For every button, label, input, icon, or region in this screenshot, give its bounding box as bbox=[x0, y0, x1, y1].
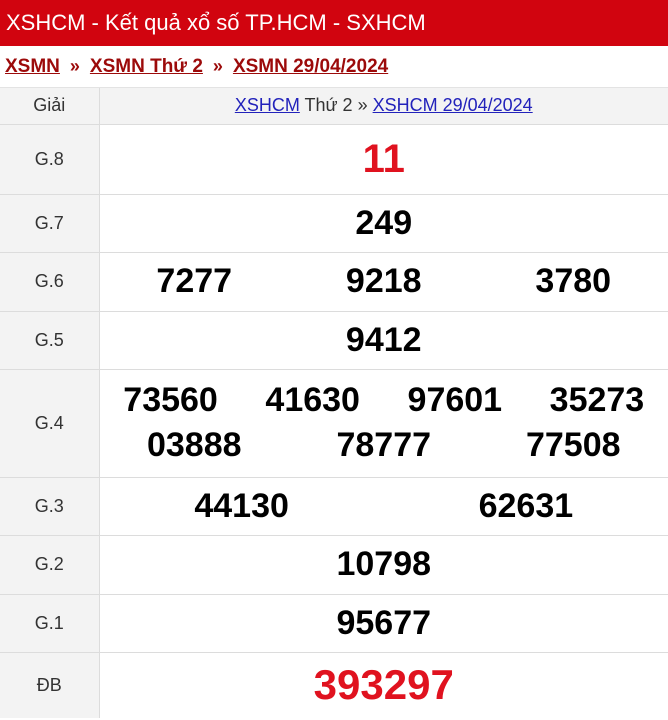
prize-number-g6: 3780 bbox=[535, 262, 612, 300]
breadcrumb-xsmn-date[interactable]: XSMN 29/04/2024 bbox=[233, 56, 388, 78]
prize-number-g4: 73560 bbox=[123, 381, 218, 419]
breadcrumb-separator: » bbox=[69, 56, 80, 76]
prize-number-g6: 7277 bbox=[156, 262, 233, 300]
table-heading: XSHCM Thứ 2 » XSHCM 29/04/2024 bbox=[99, 88, 668, 125]
prize-number-g4: 78777 bbox=[336, 426, 432, 464]
table-header-row: Giải XSHCM Thứ 2 » XSHCM 29/04/2024 bbox=[0, 88, 668, 125]
prize-number-g4: 03888 bbox=[146, 426, 242, 464]
prize-label-g8: G.8 bbox=[0, 124, 100, 195]
breadcrumb: XSMN » XSMN Thứ 2 » XSMN 29/04/2024 bbox=[0, 46, 668, 88]
prize-number-g2: 10798 bbox=[336, 545, 432, 583]
prize-number-g5: 9412 bbox=[345, 320, 422, 359]
prize-label-g3: G.3 bbox=[0, 477, 100, 536]
table-row: G.7 249 bbox=[0, 194, 668, 253]
breadcrumb-xsmn[interactable]: XSMN bbox=[5, 56, 60, 78]
heading-text: Thứ 2 » bbox=[299, 95, 373, 116]
prize-number-g8: 11 bbox=[362, 136, 405, 181]
prize-label-g7: G.7 bbox=[0, 194, 100, 253]
table-row: ĐB 393297 bbox=[0, 652, 668, 718]
prize-number-g7: 249 bbox=[355, 203, 413, 242]
prize-number-g3: 62631 bbox=[478, 486, 574, 525]
prize-number-g6: 9218 bbox=[345, 262, 422, 300]
table-row: G.6 7277 9218 3780 bbox=[0, 252, 668, 312]
results-table: Giải XSHCM Thứ 2 » XSHCM 29/04/2024 G.8 … bbox=[0, 88, 668, 718]
prize-label-db: ĐB bbox=[0, 652, 100, 718]
heading-link-date[interactable]: XSHCM 29/04/2024 bbox=[373, 95, 533, 115]
table-row: G.5 9412 bbox=[0, 311, 668, 370]
table-row: G.2 10798 bbox=[0, 535, 668, 595]
table-row: G.1 95677 bbox=[0, 594, 668, 653]
heading-link-xshcm[interactable]: XSHCM bbox=[235, 95, 300, 115]
prize-label-g5: G.5 bbox=[0, 311, 100, 370]
column-label-giai: Giải bbox=[0, 88, 100, 125]
prize-number-g4: 41630 bbox=[265, 381, 360, 419]
table-row: G.8 11 bbox=[0, 124, 668, 195]
page-title: XSHCM - Kết quả xổ số TP.HCM - SXHCM bbox=[0, 0, 668, 46]
breadcrumb-separator: » bbox=[212, 56, 223, 76]
prize-label-g2: G.2 bbox=[0, 535, 100, 595]
table-row: G.4 73560 41630 97601 35273 03888 78777 … bbox=[0, 369, 668, 478]
prize-label-g4: G.4 bbox=[0, 369, 100, 478]
prize-number-g4: 77508 bbox=[525, 426, 621, 464]
prize-number-g4: 35273 bbox=[549, 381, 645, 419]
prize-label-g1: G.1 bbox=[0, 594, 100, 653]
table-row: G.3 44130 62631 bbox=[0, 477, 668, 536]
prize-number-g1: 95677 bbox=[336, 603, 432, 642]
prize-number-g3: 44130 bbox=[194, 486, 289, 525]
prize-number-db: 393297 bbox=[313, 661, 454, 709]
prize-label-g6: G.6 bbox=[0, 252, 100, 312]
prize-number-g4: 97601 bbox=[407, 381, 503, 419]
breadcrumb-xsmn-thu-2[interactable]: XSMN Thứ 2 bbox=[90, 56, 203, 78]
